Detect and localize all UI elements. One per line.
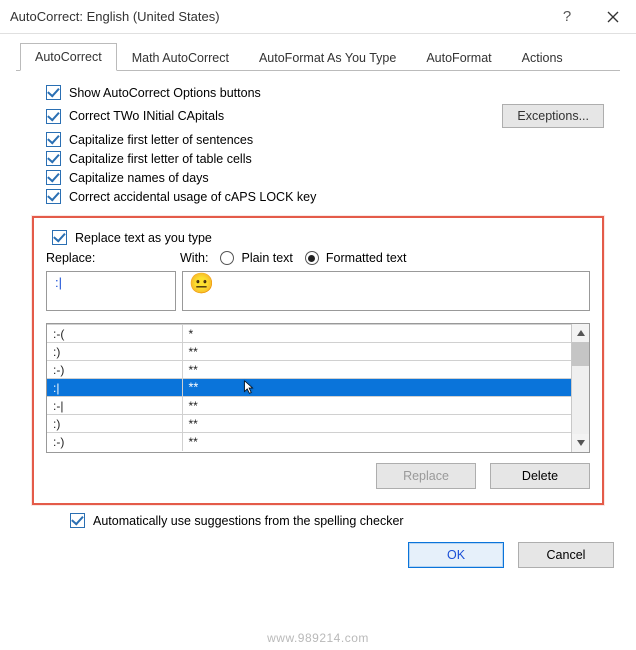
delete-button[interactable]: Delete [490, 463, 590, 489]
list-scrollbar[interactable] [571, 324, 589, 452]
list-row[interactable]: :)** [47, 343, 571, 361]
check-replace-as-type-label: Replace text as you type [75, 231, 212, 245]
titlebar: AutoCorrect: English (United States) ? [0, 0, 636, 34]
window-title: AutoCorrect: English (United States) [10, 9, 544, 24]
check-show-options-label: Show AutoCorrect Options buttons [69, 86, 261, 100]
scroll-thumb[interactable] [572, 342, 589, 366]
replace-group: Replace text as you type Replace: With: … [32, 216, 604, 505]
list-row[interactable]: :-(* [47, 325, 571, 343]
radio-plain-text[interactable]: Plain text [220, 251, 292, 265]
watermark: www.989214.com [0, 631, 636, 645]
with-column-label: With: [180, 251, 208, 265]
check-days-label: Capitalize names of days [69, 171, 209, 185]
scroll-track [572, 366, 589, 434]
list-row[interactable]: :-|** [47, 397, 571, 415]
panel-body: Show AutoCorrect Options buttons Correct… [0, 71, 636, 528]
close-icon [607, 11, 619, 23]
check-suggestions[interactable] [70, 513, 85, 528]
close-button[interactable] [590, 0, 636, 34]
ok-button[interactable]: OK [408, 542, 504, 568]
tab-strip: AutoCorrect Math AutoCorrect AutoFormat … [16, 42, 620, 71]
list-row[interactable]: :)** [47, 415, 571, 433]
check-replace-as-type[interactable] [52, 230, 67, 245]
check-first-sentence[interactable] [46, 132, 61, 147]
replace-button[interactable]: Replace [376, 463, 476, 489]
check-table-cells[interactable] [46, 151, 61, 166]
check-first-sentence-label: Capitalize first letter of sentences [69, 133, 253, 147]
radio-formatted-icon [305, 251, 319, 265]
tab-actions[interactable]: Actions [507, 44, 578, 71]
list-row[interactable]: :-)** [47, 361, 571, 379]
tab-autocorrect[interactable]: AutoCorrect [20, 43, 117, 71]
check-two-initial-label: Correct TWo INitial CApitals [69, 109, 224, 123]
with-input[interactable]: 😐 [182, 271, 590, 311]
exceptions-button[interactable]: Exceptions... [502, 104, 604, 128]
check-caps-lock[interactable] [46, 189, 61, 204]
list-row[interactable]: :-)** [47, 433, 571, 451]
check-table-cells-label: Capitalize first letter of table cells [69, 152, 252, 166]
list-row-selected[interactable]: :|** [47, 379, 571, 397]
replace-column-label: Replace: [46, 251, 176, 265]
check-suggestions-label: Automatically use suggestions from the s… [93, 514, 404, 528]
tab-autoformat[interactable]: AutoFormat [411, 44, 506, 71]
replace-input-field[interactable] [53, 274, 169, 291]
cancel-button[interactable]: Cancel [518, 542, 614, 568]
replace-list[interactable]: :-(* :)** :-)** :|** :-|** :)** :-)** [46, 323, 590, 453]
help-button[interactable]: ? [544, 0, 590, 34]
cursor-icon [243, 380, 255, 396]
radio-plain-icon [220, 251, 234, 265]
scroll-up-button[interactable] [572, 324, 589, 342]
scroll-down-button[interactable] [572, 434, 589, 452]
check-caps-lock-label: Correct accidental usage of cAPS LOCK ke… [69, 190, 316, 204]
tab-math-autocorrect[interactable]: Math AutoCorrect [117, 44, 244, 71]
check-show-options[interactable] [46, 85, 61, 100]
tab-autoformat-as-you-type[interactable]: AutoFormat As You Type [244, 44, 411, 71]
radio-formatted-text[interactable]: Formatted text [305, 251, 407, 265]
replace-input[interactable] [46, 271, 176, 311]
check-two-initial[interactable] [46, 109, 61, 124]
check-days[interactable] [46, 170, 61, 185]
with-value-emoji: 😐 [189, 274, 214, 294]
